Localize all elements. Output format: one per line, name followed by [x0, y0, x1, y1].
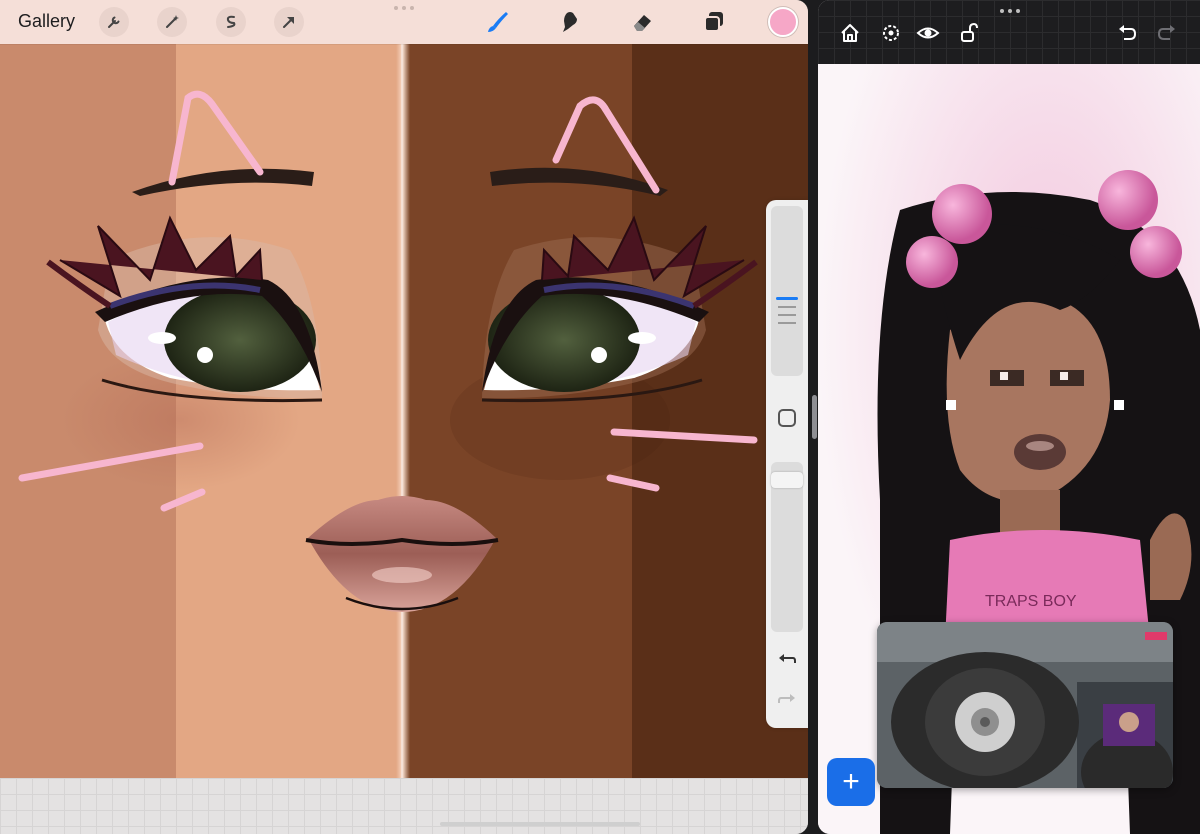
selection-icon[interactable] [216, 7, 246, 37]
drawing-canvas[interactable] [0, 44, 808, 778]
undo-icon [779, 654, 796, 663]
undo-button[interactable] [777, 650, 797, 670]
wrench-icon[interactable] [99, 7, 129, 37]
opacity-slider-thumb[interactable] [771, 472, 803, 488]
canvas-background-area [0, 778, 808, 834]
brush-icon[interactable] [481, 6, 513, 38]
reference-app: TRAPS BOY + [818, 0, 1200, 834]
size-slider-thumb[interactable] [776, 297, 798, 300]
add-button[interactable]: + [827, 758, 875, 806]
layers-icon[interactable] [698, 6, 730, 38]
picture-in-picture-video[interactable] [877, 622, 1173, 788]
smudge-icon[interactable] [554, 6, 586, 38]
reference-toolbar [818, 0, 1200, 64]
magic-wand-icon[interactable] [157, 7, 187, 37]
transform-arrow-icon[interactable] [274, 7, 304, 37]
multitasking-dots-right[interactable] [1000, 9, 1020, 13]
opacity-slider[interactable] [771, 462, 803, 632]
undo-icon[interactable] [1114, 20, 1140, 46]
svg-text:TRAPS BOY: TRAPS BOY [985, 593, 1077, 610]
brush-sidebar [766, 200, 808, 728]
unlock-icon[interactable] [956, 20, 982, 46]
eraser-icon[interactable] [626, 6, 658, 38]
redo-icon [778, 694, 795, 703]
top-toolbar: Gallery [0, 0, 808, 44]
eye-icon[interactable] [915, 20, 941, 46]
home-indicator[interactable] [440, 822, 640, 826]
modify-button[interactable] [777, 408, 797, 428]
gallery-button[interactable]: Gallery [18, 11, 75, 32]
redo-icon[interactable] [1154, 20, 1180, 46]
split-view-handle[interactable] [812, 395, 817, 439]
procreate-app: Gallery [0, 0, 808, 834]
redo-button[interactable] [777, 690, 797, 710]
multitasking-dots[interactable] [394, 6, 414, 10]
color-picker-swatch[interactable] [768, 7, 798, 37]
square-icon [778, 409, 796, 427]
brush-size-slider[interactable] [771, 206, 803, 376]
settings-icon[interactable] [878, 20, 904, 46]
home-icon[interactable] [837, 20, 863, 46]
